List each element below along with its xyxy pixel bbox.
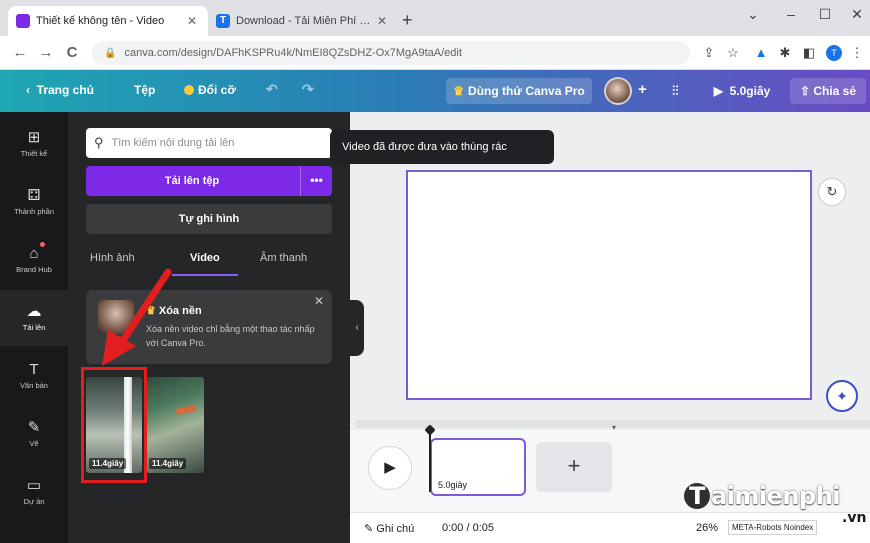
collapse-panel-button[interactable]: ‹: [350, 300, 364, 356]
minimize-button[interactable]: –: [776, 6, 806, 22]
resize-button[interactable]: Đổi cỡ: [184, 83, 236, 97]
layout-icon: ⊞: [27, 129, 41, 146]
notification-dot: [40, 242, 45, 247]
rail-item-draw[interactable]: ✎ Vẽ: [0, 406, 68, 462]
browser-tab-download[interactable]: T Download - Tải Miễn Phí VN - Ph ✕: [208, 6, 398, 36]
record-yourself-button[interactable]: Tự ghi hình: [86, 204, 332, 234]
reload-button[interactable]: C: [62, 44, 82, 62]
browser-tab-canva[interactable]: Thiết kế không tên - Video ✕: [8, 6, 208, 36]
watermark-suffix: .vn: [842, 510, 867, 526]
canva-favicon-icon: [16, 14, 30, 28]
tab-videos[interactable]: Video: [190, 252, 220, 264]
search-input[interactable]: ⚲ Tìm kiếm nội dung tải lên: [86, 128, 332, 158]
editor-footer: ✎ Ghi chú 0:00 / 0:05 26% META-Robots No…: [350, 512, 870, 543]
undo-icon[interactable]: ↶: [266, 81, 278, 98]
playhead-line: [429, 432, 431, 492]
side-panel-icon[interactable]: ◧: [800, 44, 818, 62]
canva-top-bar: ‹ Trang chủ Tệp Đổi cỡ ↶ ↷ ♛ Dùng thử Can…: [0, 70, 870, 112]
share-upload-icon: ⇧: [799, 84, 814, 98]
rail-item-projects[interactable]: ▭ Dự án: [0, 464, 68, 520]
text-icon: T: [29, 361, 39, 378]
url-field[interactable]: 🔒 canva.com/design/DAFhKSPRu4k/NmEI8QZsD…: [92, 41, 690, 65]
extensions-puzzle-icon[interactable]: ✱: [776, 44, 794, 62]
add-collaborator-icon[interactable]: +: [638, 81, 647, 98]
draw-pen-icon: ✎: [27, 419, 41, 436]
url-text: canva.com/design/DAFhKSPRu4k/NmEI8QZsDHZ…: [124, 47, 462, 59]
rail-item-text[interactable]: T Văn bản: [0, 348, 68, 404]
video-duration: 11.4giây: [149, 458, 187, 469]
close-window-button[interactable]: ✕: [842, 6, 870, 23]
notes-icon: ✎: [364, 523, 377, 535]
notes-button[interactable]: ✎ Ghi chú: [364, 522, 414, 535]
tab-title: Download - Tải Miễn Phí VN - Ph: [236, 15, 374, 27]
rail-item-design[interactable]: ⊞ Thiết kế: [0, 116, 68, 172]
lock-icon: 🔒: [104, 47, 117, 59]
timeline-play-button[interactable]: ▶: [368, 446, 412, 490]
active-tab-indicator: [172, 274, 238, 276]
try-canva-pro-button[interactable]: ♛ Dùng thử Canva Pro: [446, 78, 592, 104]
browser-menu-icon[interactable]: ⋮: [848, 44, 866, 62]
rail-item-brand-hub[interactable]: ⌂ Brand Hub: [0, 232, 68, 288]
video-thumbnail[interactable]: 11.4giây: [146, 377, 204, 473]
present-play-button[interactable]: ▶ 5.0giây: [702, 78, 782, 104]
close-icon[interactable]: ✕: [314, 294, 324, 308]
timeline-page-clip[interactable]: 5.0giây: [430, 438, 526, 496]
search-icon: ⚲: [94, 135, 104, 150]
rail-item-elements[interactable]: ⚃ Thành phần: [0, 174, 68, 230]
coin-icon: [184, 85, 194, 95]
bookmark-star-icon[interactable]: ☆: [724, 44, 742, 62]
tab-audio[interactable]: Âm thanh: [260, 252, 307, 264]
insights-chart-icon[interactable]: ⫶⫶: [672, 83, 679, 99]
extension-drive-icon[interactable]: ▲: [752, 44, 770, 62]
browser-tab-strip: Thiết kế không tên - Video ✕ T Download …: [0, 0, 870, 36]
meta-robots-badge: META-Robots Noindex: [728, 520, 818, 535]
rail-item-uploads[interactable]: ☁ Tải lên: [0, 290, 68, 346]
magic-sparkle-icon[interactable]: ✦: [826, 380, 858, 412]
download-site-favicon-icon: T: [216, 14, 230, 28]
cloud-upload-icon: ☁: [26, 303, 42, 320]
highlight-box: [81, 367, 147, 483]
share-page-icon[interactable]: ⇪: [700, 44, 718, 62]
elements-icon: ⚃: [27, 187, 41, 204]
playback-time: 0:00 / 0:05: [442, 522, 494, 534]
refresh-icon[interactable]: ↻: [818, 178, 846, 206]
close-tab-icon[interactable]: ✕: [374, 14, 390, 28]
tab-title: Thiết kế không tên - Video: [36, 15, 165, 27]
maximize-button[interactable]: ☐: [810, 6, 840, 23]
brand-hub-icon: ⌂: [29, 245, 39, 262]
annotation-arrow-icon: [102, 268, 172, 366]
forward-button[interactable]: →: [36, 44, 56, 62]
file-menu-button[interactable]: Tệp: [134, 83, 155, 97]
zoom-level[interactable]: 26%: [696, 522, 718, 534]
new-tab-button[interactable]: +: [402, 11, 413, 29]
more-options-icon[interactable]: •••: [300, 166, 332, 196]
chevron-left-icon: ‹: [26, 83, 37, 97]
search-placeholder: Tìm kiếm nội dung tải lên: [111, 137, 235, 149]
tab-search-icon[interactable]: ⌄: [738, 6, 768, 23]
crown-icon: ♛: [453, 84, 465, 98]
redo-icon[interactable]: ↷: [302, 81, 314, 98]
upload-files-button[interactable]: Tải lên tệp •••: [86, 166, 332, 196]
profile-avatar[interactable]: T: [826, 45, 842, 61]
home-button[interactable]: ‹ Trang chủ: [26, 83, 94, 97]
share-button[interactable]: ⇧ Chia sẻ: [790, 78, 866, 104]
add-page-button[interactable]: +: [536, 442, 612, 492]
toast-notification: Video đã được đưa vào thùng rác: [330, 130, 554, 164]
design-page[interactable]: [406, 170, 812, 400]
tab-images[interactable]: Hình ảnh: [90, 252, 135, 264]
user-avatar[interactable]: [604, 77, 632, 105]
play-icon: ▶: [713, 84, 730, 98]
folder-icon: ▭: [26, 477, 42, 494]
address-bar: ← → C 🔒 canva.com/design/DAFhKSPRu4k/NmE…: [0, 36, 870, 70]
clip-duration: 5.0giây: [438, 480, 468, 490]
close-tab-icon[interactable]: ✕: [184, 14, 200, 28]
back-button[interactable]: ←: [10, 44, 30, 62]
left-rail: ⊞ Thiết kế ⚃ Thành phần ⌂ Brand Hub ☁ Tả…: [0, 112, 68, 543]
taimienphi-watermark-logo: Taimienphi: [684, 482, 841, 510]
